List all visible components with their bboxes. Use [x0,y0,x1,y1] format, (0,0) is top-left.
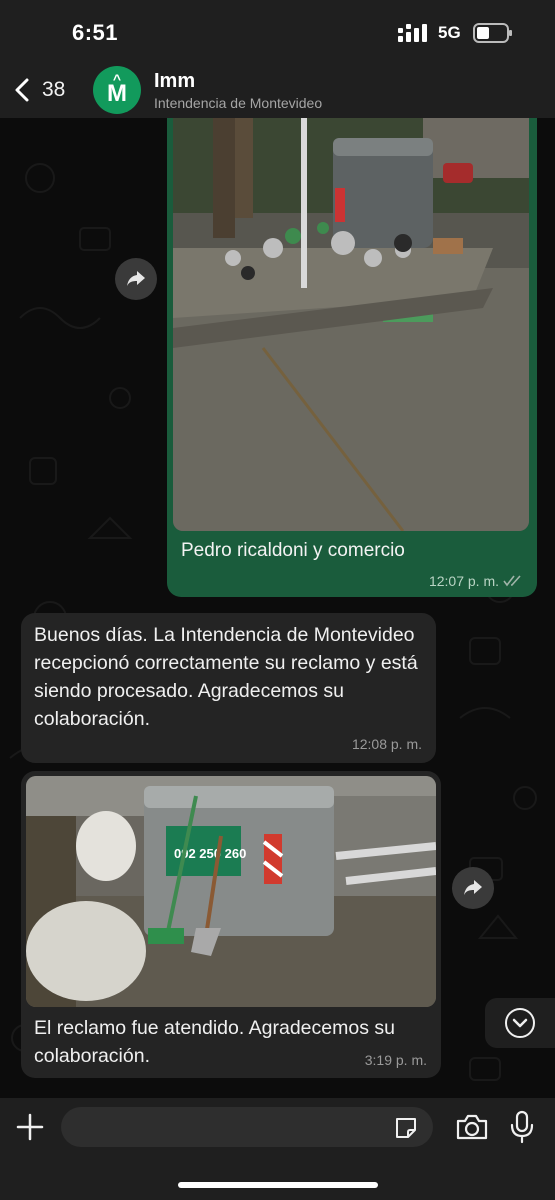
message-time: 12:08 p. m. [351,736,422,752]
incoming-text-message[interactable]: Buenos días. La Intendencia de Montevide… [21,613,436,763]
composer-bar [0,1098,555,1200]
forward-button[interactable] [115,258,157,300]
forward-icon [464,880,482,895]
scroll-to-bottom-button[interactable] [485,998,555,1048]
message-meta: 12:07 p. m. [429,573,523,589]
microphone-icon[interactable] [508,1110,536,1144]
message-time: 3:19 p. m. [364,1052,427,1068]
message-time: 12:07 p. m. [428,573,499,589]
avatar-hat-icon: ^ [112,71,122,87]
back-button[interactable]: 38 [12,72,82,108]
cleaned-container-photo[interactable]: 092 250 260 [26,776,436,1007]
message-input[interactable] [61,1107,433,1147]
forward-icon [127,271,145,286]
incoming-image-message[interactable]: 092 250 260 El reclamo fue atendido. Agr… [21,771,441,1078]
chat-header: 38 ^ M Imm Intendencia de Montevideo [0,62,555,118]
double-check-icon [503,575,521,587]
contact-name[interactable]: Imm [154,70,195,93]
status-bar: 6:51 5G [0,0,555,62]
signal-icon [398,24,427,42]
message-text: Buenos días. La Intendencia de Montevide… [34,624,418,730]
street-garbage-photo[interactable] [173,118,529,531]
forward-button[interactable] [452,867,494,909]
network-type: 5G [438,23,461,42]
outgoing-image-message[interactable]: Pedro ricaldoni y comercio 12:07 p. m. [167,118,537,597]
chevron-left-icon [15,78,29,102]
chat-area[interactable]: Pedro ricaldoni y comercio 12:07 p. m. B… [0,118,555,1098]
chevron-down-icon [505,1008,535,1038]
contact-avatar[interactable]: ^ M [93,66,141,114]
battery-icon [473,23,512,43]
plus-icon[interactable] [14,1111,46,1143]
unread-count: 38 [42,78,66,101]
message-caption: Pedro ricaldoni y comercio [181,540,405,561]
status-time: 6:51 [72,20,119,45]
home-indicator [178,1182,378,1188]
contact-subtitle[interactable]: Intendencia de Montevideo [154,95,322,111]
camera-icon[interactable] [455,1113,489,1141]
sticker-icon[interactable] [393,1115,419,1141]
